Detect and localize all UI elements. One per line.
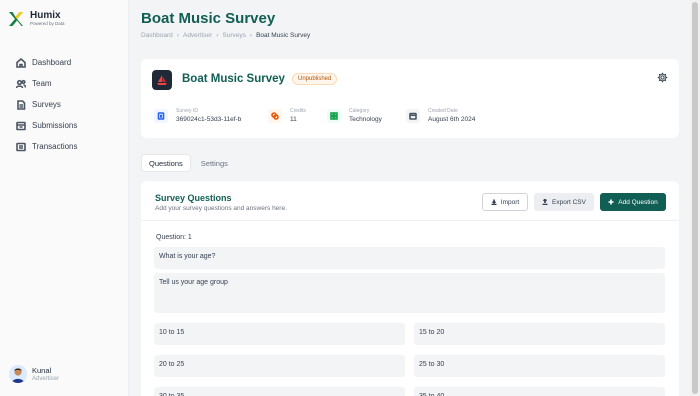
answer-option-field[interactable]: 25 to 30 [414, 355, 665, 377]
user-name: Kunal [32, 365, 52, 375]
meta-label: Survey ID [176, 108, 198, 114]
sidebar-item-label: Team [32, 79, 52, 88]
question-description-field[interactable]: Tell us your age group [154, 273, 665, 313]
sidebar-item-submissions[interactable]: Submissions [0, 115, 129, 136]
meta-label: Credits [290, 108, 306, 114]
users-icon [16, 79, 26, 88]
meta-value: 11 [290, 116, 297, 123]
add-button-label: Add Question [618, 198, 658, 206]
answer-option-field[interactable]: 20 to 25 [154, 355, 405, 377]
chevron-right-icon: › [176, 32, 179, 39]
sidebar-item-label: Dashboard [32, 58, 72, 67]
download-icon [491, 199, 497, 205]
meta-label: Created Date [428, 108, 458, 114]
calendar-icon [406, 109, 420, 123]
coins-icon [268, 109, 282, 123]
answer-option-field[interactable]: 30 to 35 [154, 387, 405, 396]
tab-settings[interactable]: Settings [194, 154, 235, 172]
sidebar: Humix Powered by Data Dashboard Team Sur… [0, 0, 129, 396]
home-icon [16, 57, 26, 68]
breadcrumb-item-current: Boat Music Survey [256, 32, 311, 39]
meta-value: August 6th 2024 [428, 116, 476, 123]
meta-created-date: Created Date August 6th 2024 [406, 108, 475, 124]
question-text-field[interactable]: What is your age? [154, 247, 665, 269]
sidebar-nav: Dashboard Team Surveys Submissions Trans… [0, 52, 129, 157]
survey-name: Boat Music Survey [182, 73, 285, 85]
upload-icon [542, 199, 548, 205]
status-badge: Unpublished [292, 73, 338, 85]
clipboard-icon [154, 109, 168, 123]
inbox-icon [16, 121, 26, 130]
answer-option-field[interactable]: 10 to 15 [154, 323, 405, 345]
meta-survey-id: Survey ID 369024c1-53d3-11ef-b [154, 108, 241, 124]
gear-icon[interactable] [657, 72, 668, 83]
export-button-label: Export CSV [552, 198, 586, 206]
import-button-label: Import [500, 198, 520, 206]
import-button[interactable]: Import [482, 193, 528, 211]
meta-value: 369024c1-53d3-11ef-b [176, 116, 242, 123]
brand-tagline: Powered by Data [30, 21, 65, 26]
answer-option-field[interactable]: 15 to 20 [414, 323, 665, 345]
meta-credits: Credits 11 [268, 108, 306, 124]
avatar [9, 365, 27, 383]
grid-icon [327, 109, 341, 123]
survey-header-card: Boat Music Survey Unpublished Survey ID … [141, 59, 679, 138]
divider [141, 220, 679, 221]
sidebar-item-surveys[interactable]: Surveys [0, 94, 129, 115]
sidebar-item-transactions[interactable]: Transactions [0, 136, 129, 157]
document-icon [17, 99, 26, 110]
main-content: Boat Music Survey Dashboard › Advertiser… [130, 0, 690, 396]
survey-logo-icon [152, 70, 172, 90]
answer-option-field[interactable]: 35 to 40 [414, 387, 665, 396]
sidebar-item-label: Submissions [32, 121, 78, 130]
breadcrumb: Dashboard › Advertiser › Surveys › Boat … [141, 32, 310, 39]
meta-value: Technology [349, 116, 382, 123]
section-title: Survey Questions [155, 193, 232, 203]
add-question-button[interactable]: Add Question [600, 193, 666, 211]
plus-icon [608, 199, 614, 205]
brand: Humix Powered by Data [8, 10, 65, 27]
breadcrumb-item-dashboard[interactable]: Dashboard [141, 32, 173, 39]
user-role: Advertiser [32, 375, 60, 382]
chevron-right-icon: › [216, 32, 219, 39]
user-profile[interactable]: Kunal Advertiser [9, 365, 59, 383]
breadcrumb-item-advertiser[interactable]: Advertiser [183, 32, 212, 39]
receipt-icon [16, 142, 26, 151]
meta-label: Category [349, 108, 370, 114]
survey-questions-card: Survey Questions Add your survey questio… [141, 181, 679, 396]
humix-logo-icon [9, 12, 23, 26]
export-csv-button[interactable]: Export CSV [534, 193, 594, 211]
section-subtitle: Add your survey questions and answers he… [155, 205, 287, 212]
sidebar-item-team[interactable]: Team [0, 73, 129, 94]
sidebar-item-dashboard[interactable]: Dashboard [0, 52, 129, 73]
meta-category: Category Technology [327, 108, 382, 124]
tab-bar: Questions Settings [141, 154, 238, 172]
breadcrumb-item-surveys[interactable]: Surveys [222, 32, 245, 39]
page-title: Boat Music Survey [141, 10, 276, 27]
sidebar-item-label: Transactions [32, 142, 78, 151]
question-number: Question: 1 [156, 234, 192, 241]
tab-questions[interactable]: Questions [141, 154, 191, 172]
scrollbar-thumb[interactable] [692, 2, 698, 394]
chevron-right-icon: › [249, 32, 253, 39]
sidebar-item-label: Surveys [32, 100, 61, 109]
brand-name: Humix [30, 10, 61, 21]
